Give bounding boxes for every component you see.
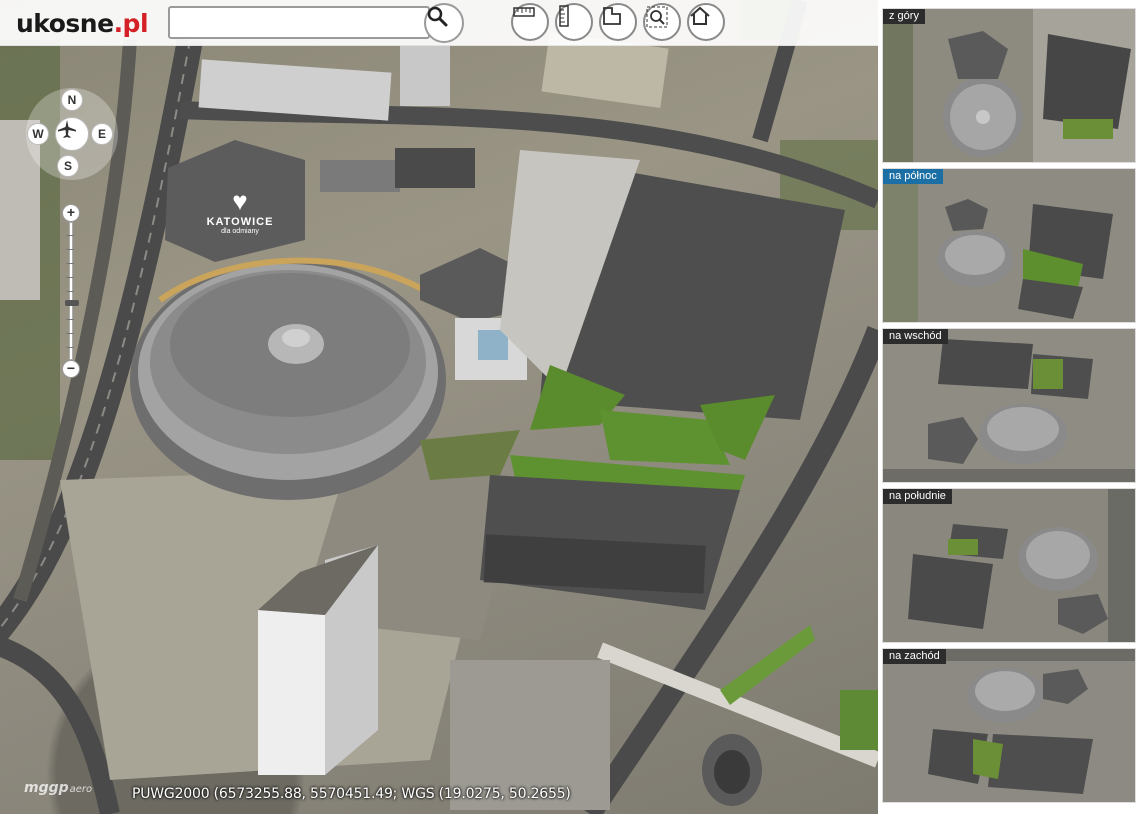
coordinates-readout: PUWG2000 (6573255.88, 5570451.49; WGS (1… (132, 786, 571, 802)
building-sign: ♥ KATOWICE dla odmiany (200, 188, 280, 235)
view-label-north: na północ (883, 169, 943, 184)
rotate-east-button[interactable]: E (91, 123, 113, 145)
thumbnail-image (883, 489, 1135, 642)
ruler-vertical-icon (559, 5, 569, 27)
watermark-suffix: aero (69, 784, 93, 795)
view-direction-panel: z góry na północ na wschód na południe n… (878, 0, 1140, 814)
search-input[interactable] (168, 6, 430, 39)
thumbnail-image (883, 169, 1135, 322)
magnifier-icon (427, 6, 448, 27)
watermark-text: mggp (24, 780, 69, 796)
sign-subtitle: dla odmiany (221, 228, 259, 235)
zoom-tick (66, 263, 74, 264)
view-label-west: na zachód (883, 649, 946, 664)
view-label-top: z góry (883, 9, 925, 24)
home-icon (690, 6, 710, 25)
zoom-tick (66, 319, 74, 320)
view-label-east: na wschód (883, 329, 948, 344)
aerial-photo (0, 0, 878, 814)
area-measure-icon (603, 7, 621, 25)
zoom-out-button[interactable]: − (62, 360, 80, 378)
rotate-south-button[interactable]: S (57, 155, 79, 177)
logo-suffix: .pl (113, 9, 149, 38)
thumbnail-image (883, 649, 1135, 802)
app-window: ♥ KATOWICE dla odmiany ukosne.pl N W E S… (0, 0, 1140, 814)
zoom-tick (66, 291, 74, 292)
provider-watermark: mggpaero (24, 780, 92, 796)
zoom-slider-handle[interactable] (65, 300, 79, 306)
zoom-tick (66, 347, 74, 348)
view-thumbnail-west[interactable]: na zachód (882, 648, 1136, 803)
compass: N W E S (26, 88, 118, 180)
center-view-button[interactable] (55, 117, 89, 151)
view-label-south: na południe (883, 489, 952, 504)
view-thumbnail-north[interactable]: na północ (882, 168, 1136, 323)
search-button[interactable] (424, 3, 464, 43)
site-logo[interactable]: ukosne.pl (16, 9, 149, 38)
zoom-control: + − (62, 204, 80, 378)
airplane-icon (58, 120, 76, 138)
logo-text: ukosne (16, 9, 114, 38)
zoom-in-button[interactable]: + (62, 204, 80, 222)
zoom-tick (66, 235, 74, 236)
thumbnail-image (883, 9, 1135, 162)
ruler-horizontal-icon (513, 7, 535, 17)
home-button[interactable] (687, 3, 725, 41)
zoom-track[interactable] (65, 222, 79, 360)
zoom-extent-icon (646, 6, 668, 28)
measure-distance-button[interactable] (511, 3, 549, 41)
thumbnail-image (883, 329, 1135, 482)
rotate-west-button[interactable]: W (27, 123, 49, 145)
measure-area-button[interactable] (599, 3, 637, 41)
heart-logo-icon: ♥ (232, 186, 248, 216)
aerial-map[interactable]: ♥ KATOWICE dla odmiany ukosne.pl N W E S… (0, 0, 878, 814)
sign-title: KATOWICE (206, 216, 274, 228)
view-thumbnail-south[interactable]: na południe (882, 488, 1136, 643)
zoom-tick (66, 333, 74, 334)
top-toolbar: ukosne.pl (0, 0, 878, 46)
zoom-extent-button[interactable] (643, 3, 681, 41)
rotate-north-button[interactable]: N (61, 89, 83, 111)
zoom-tick (66, 277, 74, 278)
view-thumbnail-top[interactable]: z góry (882, 8, 1136, 163)
measure-height-button[interactable] (555, 3, 593, 41)
zoom-tick (66, 249, 74, 250)
view-thumbnail-east[interactable]: na wschód (882, 328, 1136, 483)
